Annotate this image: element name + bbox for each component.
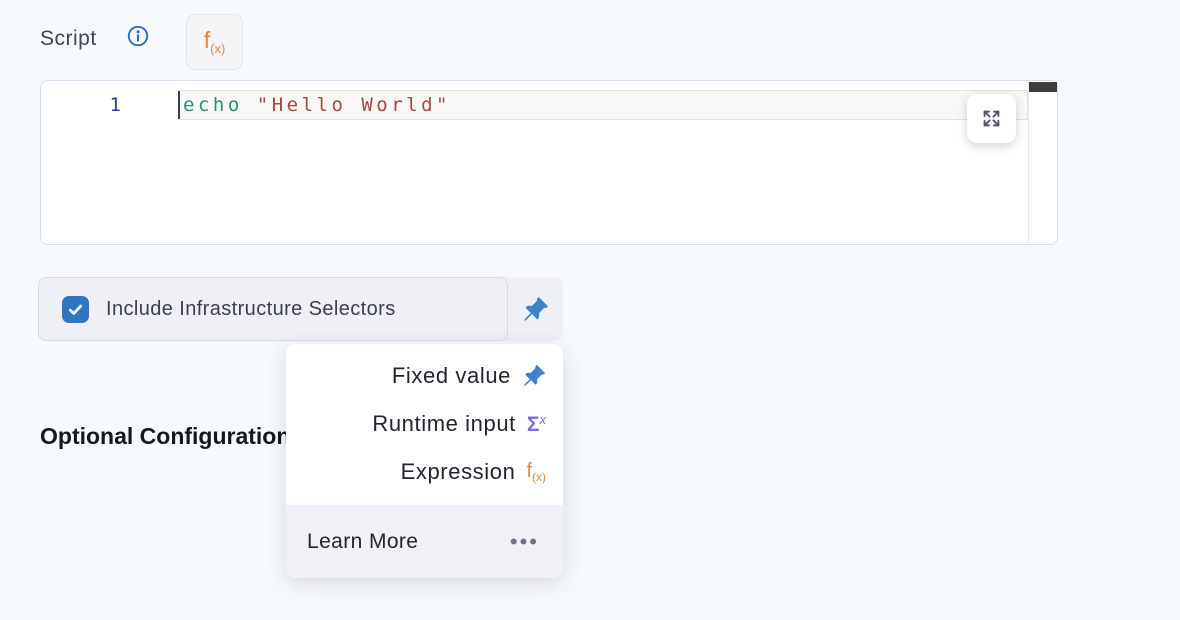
script-code-editor[interactable]: 1 echo "Hello World"	[40, 80, 1058, 245]
optional-configuration-title: Optional Configuration	[40, 423, 290, 450]
fx-icon: f(x)	[526, 461, 546, 483]
scrollbar-thumb[interactable]	[1029, 82, 1057, 92]
include-infra-selectors-row: Include Infrastructure Selectors	[38, 277, 563, 341]
infra-multitype-pin-button[interactable]	[508, 277, 563, 341]
menu-footer: Learn More •••	[286, 505, 563, 578]
checkmark-icon	[66, 300, 85, 319]
menu-item-expression[interactable]: Expression f(x)	[286, 448, 563, 496]
ellipsis-icon[interactable]: •••	[510, 531, 539, 553]
pin-icon	[522, 364, 546, 388]
text-cursor	[178, 91, 180, 119]
menu-item-fixed-value[interactable]: Fixed value	[286, 352, 563, 400]
info-icon[interactable]	[127, 25, 149, 47]
expand-icon	[980, 107, 1003, 130]
code-string-token: "Hello World"	[257, 94, 451, 116]
include-infra-checkbox[interactable]	[62, 296, 89, 323]
script-multitype-button[interactable]: f(x)	[186, 14, 243, 70]
multitype-dropdown-menu: Fixed value Runtime input Σx Expression …	[286, 344, 563, 578]
current-line-highlight: echo "Hello World"	[178, 90, 1028, 120]
pin-icon	[522, 296, 549, 323]
include-infra-selectors-field[interactable]: Include Infrastructure Selectors	[38, 277, 508, 341]
menu-item-runtime-input[interactable]: Runtime input Σx	[286, 400, 563, 448]
expand-editor-button[interactable]	[967, 94, 1016, 143]
step-config-panel: Script f(x) 1 echo "Hello World"	[0, 0, 1180, 620]
code-command-token: echo	[183, 94, 243, 116]
minimap-divider	[1028, 81, 1029, 244]
include-infra-label: Include Infrastructure Selectors	[106, 298, 396, 321]
line-number: 1	[41, 91, 121, 120]
learn-more-link[interactable]: Learn More	[307, 530, 418, 554]
fx-icon: f(x)	[204, 29, 226, 55]
script-field-label: Script	[40, 27, 97, 51]
sigma-icon: Σx	[527, 413, 546, 435]
